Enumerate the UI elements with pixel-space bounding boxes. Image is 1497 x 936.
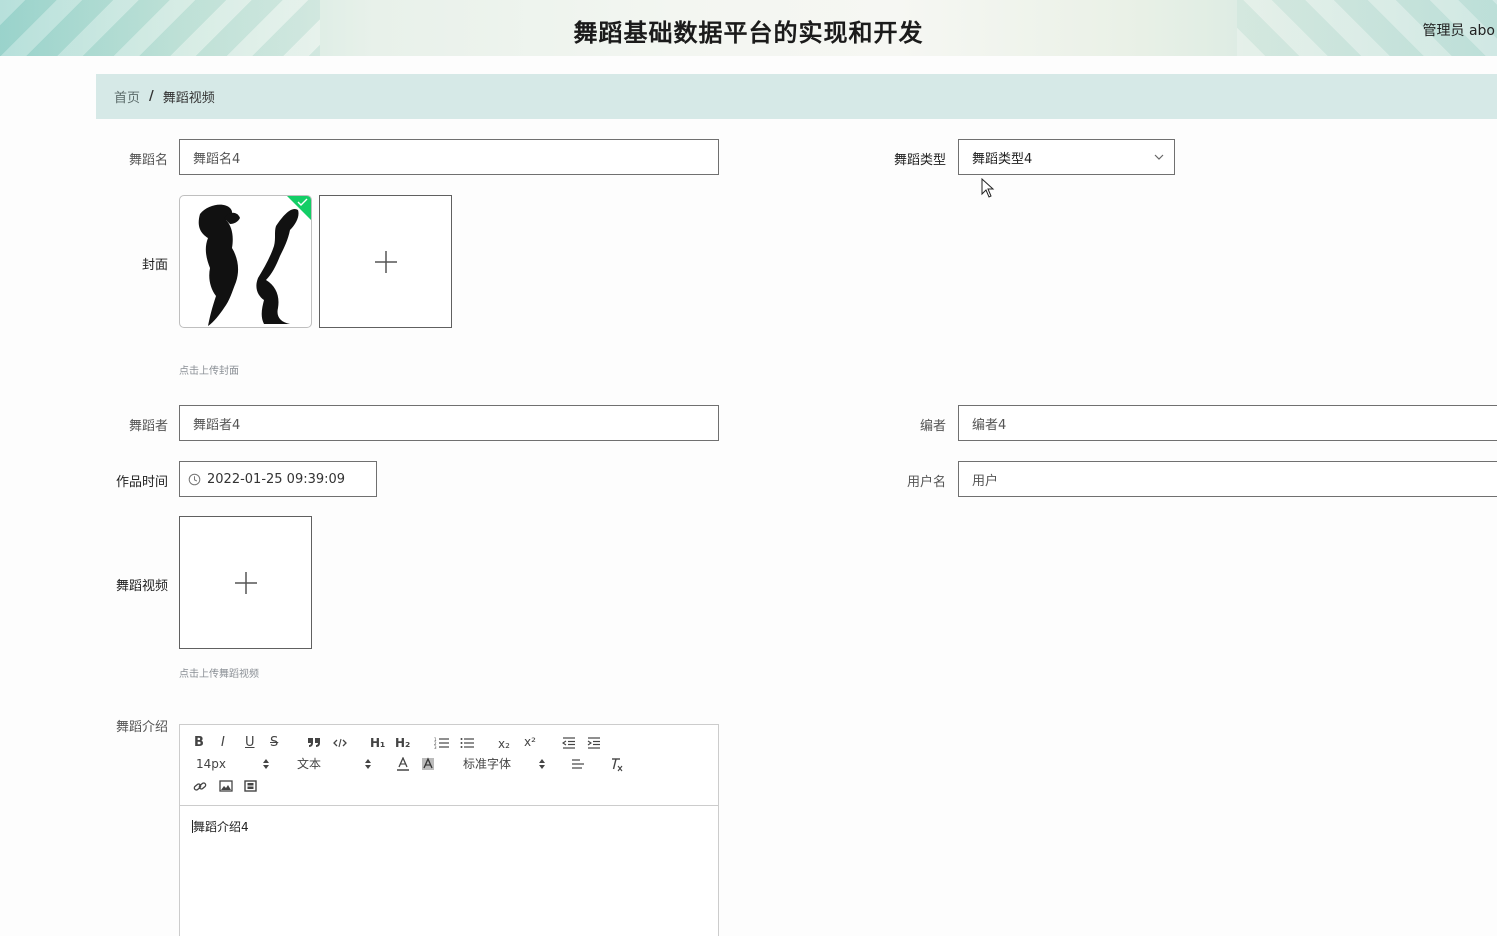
- updown-arrows-icon: [539, 759, 545, 769]
- site-title: 舞蹈基础数据平台的实现和开发: [573, 19, 924, 47]
- subscript-button[interactable]: x₂: [498, 737, 510, 751]
- bold-button[interactable]: B: [194, 736, 204, 750]
- background-color-icon: [422, 757, 434, 770]
- video-upload-button[interactable]: [179, 516, 312, 649]
- work-time-label: 作品时间: [115, 475, 168, 490]
- italic-button[interactable]: I: [221, 736, 225, 750]
- dancer-label: 舞蹈者: [128, 419, 168, 434]
- intro-label: 舞蹈介绍: [115, 720, 168, 735]
- indent-icon: [587, 737, 600, 749]
- image-button[interactable]: [219, 780, 233, 792]
- breadcrumb-separator: /: [149, 89, 154, 104]
- mouse-cursor-icon: [981, 178, 995, 198]
- indent-button[interactable]: [587, 737, 601, 749]
- cover-upload-hint: 点击上传封面: [179, 366, 239, 377]
- video-icon: [244, 780, 257, 792]
- editor-toolbar: B I U S H₁ H₂ 1 2 3 x₂ x² 14px 文本 标准字体: [180, 725, 718, 806]
- video-upload-hint: 点击上传舞蹈视频: [179, 669, 259, 680]
- dance-type-label: 舞蹈类型: [893, 153, 946, 168]
- font-size-select-arrows: [262, 758, 270, 770]
- code-block-button[interactable]: [333, 737, 347, 749]
- intro-content: 舞蹈介绍4: [193, 820, 249, 834]
- dance-name-value: 舞蹈名4: [193, 151, 241, 167]
- header-1-button[interactable]: H₁: [370, 736, 385, 750]
- clock-icon: [188, 473, 201, 485]
- bullet-list-icon: [460, 738, 474, 748]
- header-2-button[interactable]: H₂: [395, 736, 410, 750]
- rich-text-editor[interactable]: B I U S H₁ H₂ 1 2 3 x₂ x² 14px 文本 标准字体 舞…: [179, 724, 719, 936]
- plus-icon: [374, 250, 397, 273]
- code-icon: [333, 738, 347, 748]
- editor-content[interactable]: 舞蹈介绍4: [180, 806, 718, 847]
- cover-label: 封面: [141, 258, 168, 273]
- clear-format-icon: [612, 758, 623, 772]
- blockquote-button[interactable]: [307, 736, 321, 748]
- plus-icon: [234, 571, 257, 594]
- svg-text:3: 3: [434, 745, 437, 749]
- background-color-button[interactable]: [421, 757, 435, 771]
- ordered-list-icon: 1 2 3: [434, 737, 449, 749]
- align-left-icon: [572, 759, 584, 769]
- cover-upload-button[interactable]: [319, 195, 452, 328]
- work-time-value: 2022-01-25 09:39:09: [207, 471, 346, 487]
- dance-type-value: 舞蹈类型4: [972, 151, 1033, 167]
- outdent-button[interactable]: [562, 737, 576, 749]
- breadcrumb: 首页 / 舞蹈视频: [96, 74, 1497, 119]
- link-icon: [193, 782, 207, 791]
- breadcrumb-home-link[interactable]: 首页: [114, 87, 140, 106]
- link-button[interactable]: [193, 780, 207, 793]
- blockquote-icon: [308, 738, 320, 747]
- choreographer-value: 编者4: [972, 417, 1007, 433]
- strike-button[interactable]: S: [270, 736, 278, 750]
- updown-arrows-icon: [263, 759, 269, 769]
- clear-format-button[interactable]: [610, 758, 624, 772]
- check-icon: [297, 198, 308, 206]
- username-value: 用户: [972, 473, 999, 489]
- align-button[interactable]: [572, 759, 585, 771]
- dance-name-input[interactable]: 舞蹈名4: [179, 139, 719, 175]
- outdent-icon: [562, 737, 575, 749]
- dancer-value: 舞蹈者4: [193, 417, 241, 433]
- chevron-down-icon: [1154, 154, 1164, 160]
- underline-button[interactable]: U: [245, 736, 255, 750]
- admin-user-menu[interactable]: 管理员 abo: [1423, 20, 1495, 40]
- dance-type-select[interactable]: 舞蹈类型4: [958, 139, 1175, 175]
- font-size-select[interactable]: 14px: [196, 757, 226, 771]
- font-color-button[interactable]: [397, 757, 409, 771]
- dancer-input[interactable]: 舞蹈者4: [179, 405, 719, 441]
- username-input[interactable]: 用户: [958, 461, 1497, 497]
- header-select-arrows: [364, 758, 372, 770]
- dance-name-label: 舞蹈名: [128, 153, 168, 168]
- choreographer-label: 编者: [919, 419, 946, 434]
- superscript-button[interactable]: x²: [524, 735, 536, 749]
- top-header: 舞蹈基础数据平台的实现和开发 管理员 abo: [0, 0, 1497, 56]
- font-family-select-arrows: [538, 758, 546, 770]
- video-label: 舞蹈视频: [115, 579, 168, 594]
- bullet-list-button[interactable]: [460, 737, 475, 749]
- breadcrumb-current: 舞蹈视频: [162, 91, 215, 106]
- header-select[interactable]: 文本: [297, 757, 321, 771]
- cover-image-thumbnail[interactable]: [179, 195, 312, 328]
- updown-arrows-icon: [365, 759, 371, 769]
- video-button[interactable]: [244, 780, 257, 792]
- font-color-icon: [397, 757, 409, 771]
- username-label: 用户名: [906, 475, 946, 490]
- image-icon: [219, 780, 233, 792]
- font-family-select[interactable]: 标准字体: [463, 757, 511, 771]
- ordered-list-button[interactable]: 1 2 3: [434, 737, 450, 749]
- choreographer-input[interactable]: 编者4: [958, 405, 1497, 441]
- work-time-picker[interactable]: 2022-01-25 09:39:09: [179, 461, 377, 497]
